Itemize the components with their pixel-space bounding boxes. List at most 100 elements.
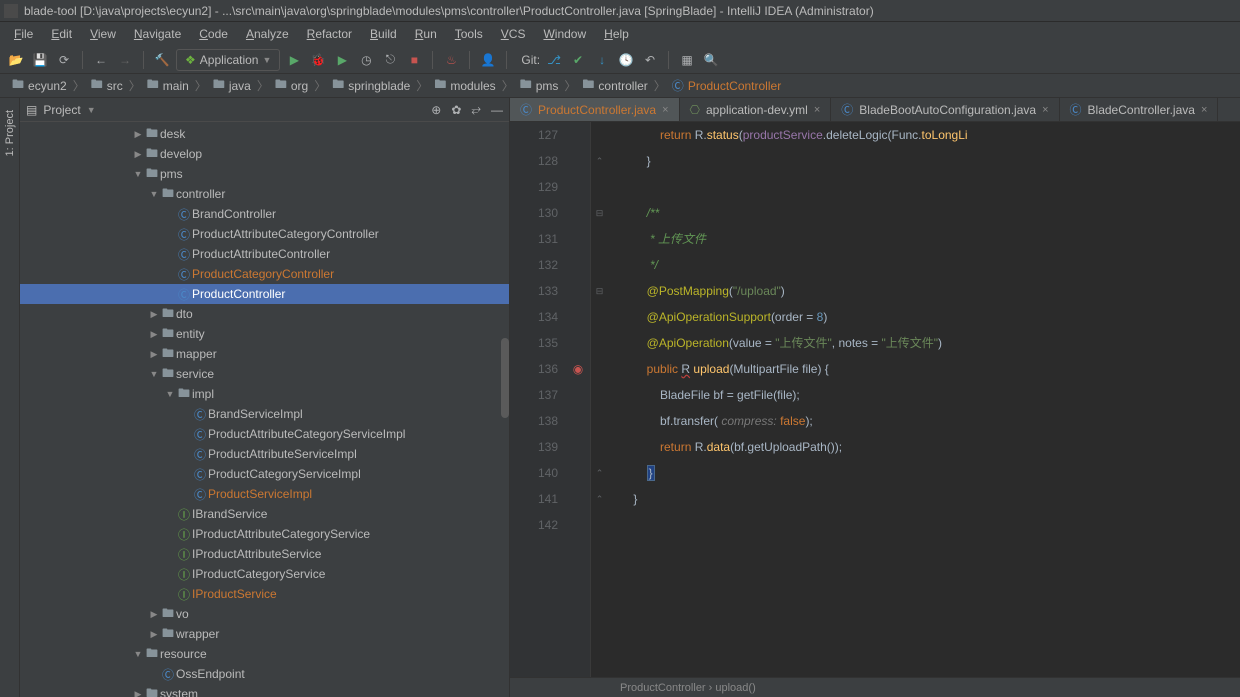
menu-view[interactable]: View [82,25,124,43]
code-line[interactable]: bf.transfer( compress: false); [620,408,1240,434]
tree-arrow-icon[interactable] [132,169,144,179]
hotswap-icon[interactable]: ♨ [441,50,461,70]
search-everywhere-icon[interactable]: 🔍 [701,50,721,70]
tree-arrow-icon[interactable] [132,149,144,160]
breadcrumb-springblade[interactable]: 🖿springblade [326,75,416,96]
tree-arrow-icon[interactable] [148,309,160,320]
tree-arrow-icon[interactable] [164,389,176,399]
open-icon[interactable]: 📂 [6,50,26,70]
gutter-icon[interactable] [566,434,590,460]
tree-arrow-icon[interactable] [148,609,160,620]
gutter-icon[interactable]: ◉ [566,356,590,382]
close-tab-icon[interactable]: × [662,104,668,116]
tree-node-pms[interactable]: 🖿pms [20,164,509,184]
close-tab-icon[interactable]: × [1042,104,1048,116]
fold-icon[interactable]: ⌃ [591,460,608,486]
code-line[interactable]: } [620,148,1240,174]
menu-window[interactable]: Window [535,25,594,43]
tree-node-productattributeserviceimpl[interactable]: ⒸProductAttributeServiceImpl [20,444,509,464]
tree-node-iproductservice[interactable]: ⒾIProductService [20,584,509,604]
code-pane[interactable]: return R.status(productService.deleteLog… [608,122,1240,677]
fold-icon[interactable]: ⊟ [591,200,608,226]
code-line[interactable]: @ApiOperationSupport(order = 8) [620,304,1240,330]
gutter-icons[interactable]: ◉ [566,122,590,677]
tree-node-iproductattributeservice[interactable]: ⒾIProductAttributeService [20,544,509,564]
gutter-icon[interactable] [566,174,590,200]
breadcrumb-productcontroller[interactable]: ⒸProductController [666,77,787,94]
fold-icon[interactable]: ⌃ [591,486,608,512]
menu-run[interactable]: Run [407,25,445,43]
hide-panel-icon[interactable]: — [491,103,503,117]
fold-icon[interactable] [591,382,608,408]
tree-node-brandcontroller[interactable]: ⒸBrandController [20,204,509,224]
tree-arrow-icon[interactable] [148,189,160,199]
menu-tools[interactable]: Tools [447,25,491,43]
nav-forward-icon[interactable]: → [115,50,135,70]
code-line[interactable]: return R.status(productService.deleteLog… [620,122,1240,148]
tree-node-resource[interactable]: 🖿resource [20,644,509,664]
editor-tab-bladecontroller-java[interactable]: ⒸBladeController.java× [1060,98,1219,121]
collapse-all-icon[interactable]: ⥂ [471,102,481,117]
tree-node-vo[interactable]: 🖿vo [20,604,509,624]
tree-node-ossendpoint[interactable]: ⒸOssEndpoint [20,664,509,684]
tree-node-mapper[interactable]: 🖿mapper [20,344,509,364]
gutter-icon[interactable] [566,148,590,174]
sync-icon[interactable]: ⟳ [54,50,74,70]
menu-file[interactable]: File [6,25,41,43]
tree-node-dto[interactable]: 🖿dto [20,304,509,324]
project-tree[interactable]: 🖿desk🖿develop🖿pms🖿controllerⒸBrandContro… [20,122,509,697]
tree-node-productserviceimpl[interactable]: ⒸProductServiceImpl [20,484,509,504]
attach-icon[interactable]: ⎋ [380,50,400,70]
tree-node-productcontroller[interactable]: ⒸProductController [20,284,509,304]
menu-vcs[interactable]: VCS [493,25,534,43]
stop-icon[interactable]: ■ [404,50,424,70]
fold-icon[interactable]: ⌃ [591,148,608,174]
fold-icon[interactable] [591,356,608,382]
fold-icon[interactable] [591,408,608,434]
run-configuration-selector[interactable]: ❖ Application ▼ [176,49,280,71]
editor-tab-application-dev-yml[interactable]: ⎔application-dev.yml× [680,98,832,121]
code-line[interactable]: * 上传文件 [620,226,1240,252]
tree-node-controller[interactable]: 🖿controller [20,184,509,204]
menu-code[interactable]: Code [191,25,236,43]
code-line[interactable] [620,512,1240,538]
git-commit-icon[interactable]: ✔ [568,50,588,70]
fold-icon[interactable] [591,330,608,356]
tree-node-productattributecategoryserviceimpl[interactable]: ⒸProductAttributeCategoryServiceImpl [20,424,509,444]
code-line[interactable]: @PostMapping("/upload") [620,278,1240,304]
fold-icon[interactable] [591,252,608,278]
breadcrumb-java[interactable]: 🖿java [207,75,257,96]
run-icon[interactable]: ▶ [284,50,304,70]
gutter-icon[interactable] [566,486,590,512]
debug-icon[interactable]: 🐞 [308,50,328,70]
fold-icon[interactable] [591,226,608,252]
fold-icon[interactable] [591,434,608,460]
breadcrumb-main[interactable]: 🖿main [141,75,195,96]
tree-arrow-icon[interactable] [148,349,160,360]
editor-breadcrumb[interactable]: ProductController › upload() [510,677,1240,697]
fold-icon[interactable] [591,304,608,330]
code-line[interactable]: } [620,486,1240,512]
panel-settings-icon[interactable]: ✿ [451,103,461,117]
menu-build[interactable]: Build [362,25,405,43]
tree-node-wrapper[interactable]: 🖿wrapper [20,624,509,644]
nav-back-icon[interactable]: ← [91,50,111,70]
editor-tab-bladebootautoconfiguration-java[interactable]: ⒸBladeBootAutoConfiguration.java× [831,98,1059,121]
gutter-icon[interactable] [566,226,590,252]
tree-arrow-icon[interactable] [132,649,144,659]
gutter-icon[interactable] [566,200,590,226]
git-branch-icon[interactable]: ⎇ [544,50,564,70]
gutter-icon[interactable] [566,512,590,538]
editor-body[interactable]: 1271281291301311321331341351361371381391… [510,122,1240,677]
tree-node-ibrandservice[interactable]: ⒾIBrandService [20,504,509,524]
code-line[interactable]: public R upload(MultipartFile file) { [620,356,1240,382]
tree-node-entity[interactable]: 🖿entity [20,324,509,344]
chevron-down-icon[interactable]: ▼ [87,105,96,115]
coverage-icon[interactable]: ▶ [332,50,352,70]
code-line[interactable]: /** [620,200,1240,226]
avatar-icon[interactable]: 👤 [478,50,498,70]
tree-node-develop[interactable]: 🖿develop [20,144,509,164]
fold-icon[interactable] [591,122,608,148]
breadcrumb-ecyun2[interactable]: 🖿ecyun2 [6,75,73,96]
tree-arrow-icon[interactable] [132,129,144,140]
